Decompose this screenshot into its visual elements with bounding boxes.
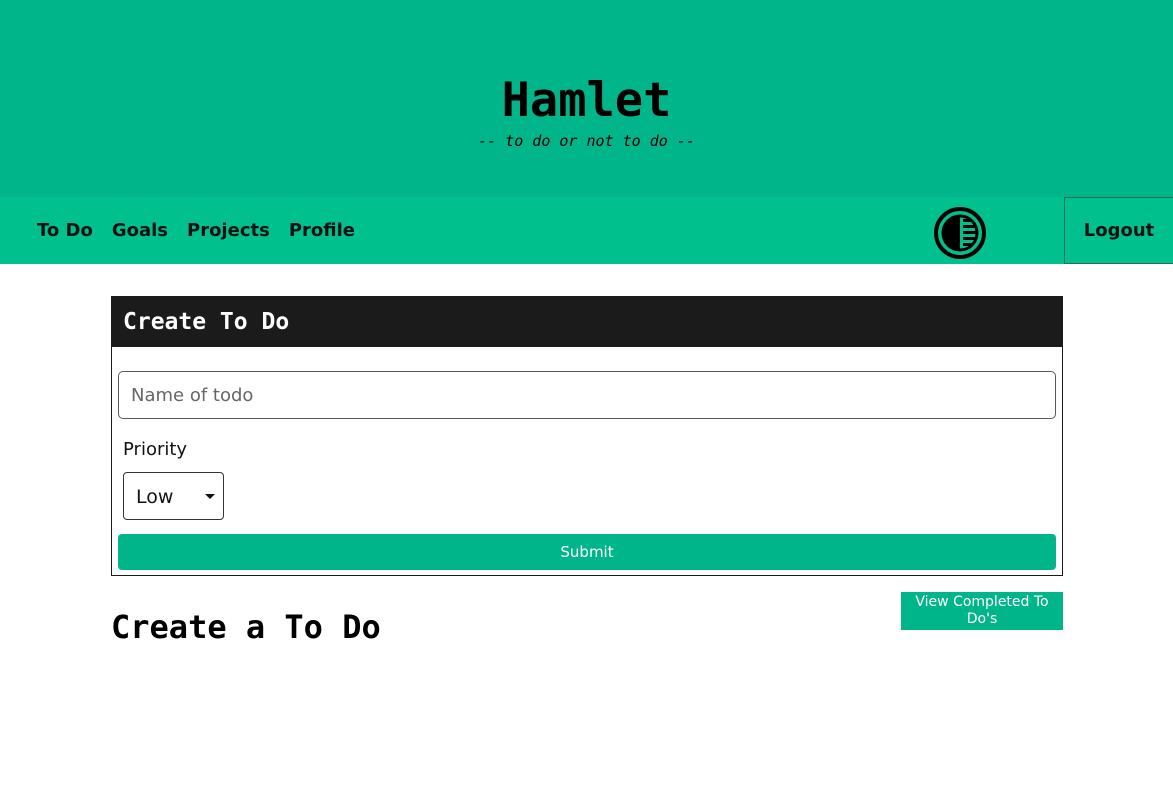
site-title: Hamlet <box>501 73 672 128</box>
site-header: Hamlet -- to do or not to do -- <box>0 0 1173 197</box>
priority-label: Priority <box>123 439 188 460</box>
submit-button[interactable]: Submit <box>118 534 1056 570</box>
contrast-icon[interactable] <box>933 206 987 260</box>
todo-name-input[interactable] <box>118 371 1056 419</box>
section-title: Create a To Do <box>111 608 381 646</box>
priority-select[interactable]: Low <box>123 472 224 520</box>
priority-selected-value: Low <box>136 486 174 508</box>
nav-item-goals[interactable]: Goals <box>112 220 168 241</box>
card-heading: Create To Do <box>112 297 1062 347</box>
nav-links: To Do Goals Projects Profile <box>37 197 374 264</box>
site-tagline: -- to do or not to do -- <box>478 132 695 150</box>
caret-down-icon <box>205 494 215 499</box>
nav-item-to-do[interactable]: To Do <box>37 220 93 241</box>
nav-item-profile[interactable]: Profile <box>289 220 355 241</box>
nav-item-projects[interactable]: Projects <box>187 220 270 241</box>
create-todo-card: Create To Do Priority Low Submit <box>111 296 1063 576</box>
view-completed-button[interactable]: View Completed To Do's <box>901 592 1063 630</box>
navbar: To Do Goals Projects Profile <box>0 197 1173 264</box>
logout-button[interactable]: Logout <box>1064 197 1173 264</box>
